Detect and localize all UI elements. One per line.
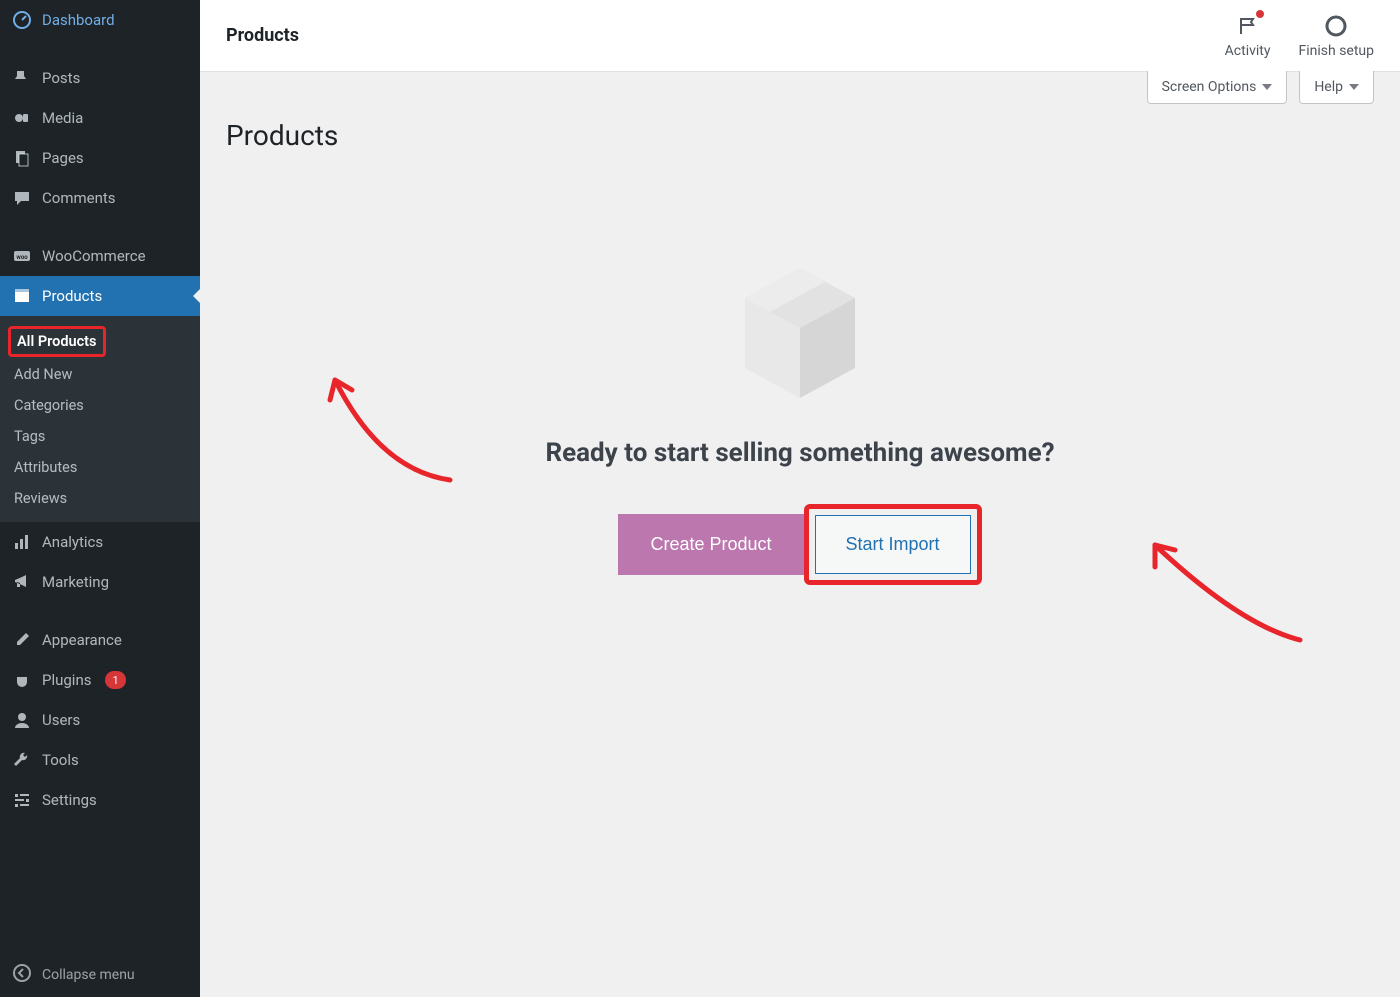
sidebar-item-marketing[interactable]: Marketing	[0, 562, 200, 602]
comments-icon	[12, 188, 32, 208]
submenu-item-attributes[interactable]: Attributes	[0, 452, 200, 483]
page-heading: Products	[200, 105, 1400, 158]
collapse-menu-button[interactable]: Collapse menu	[0, 953, 200, 997]
sidebar-item-dashboard[interactable]: Dashboard	[0, 0, 200, 40]
sidebar-item-label: Users	[42, 711, 80, 729]
admin-sidebar: Dashboard Posts Media Pages Comments woo…	[0, 0, 200, 997]
sidebar-item-label: Posts	[42, 69, 80, 87]
sidebar-item-pages[interactable]: Pages	[0, 138, 200, 178]
sidebar-item-label: Appearance	[42, 631, 122, 649]
chevron-down-icon	[1262, 84, 1272, 90]
megaphone-icon	[12, 572, 32, 592]
sidebar-item-plugins[interactable]: Plugins 1	[0, 660, 200, 700]
sidebar-item-label: Marketing	[42, 573, 109, 591]
sidebar-item-woocommerce[interactable]: woo WooCommerce	[0, 236, 200, 276]
sidebar-item-users[interactable]: Users	[0, 700, 200, 740]
sidebar-item-label: Dashboard	[42, 11, 115, 29]
progress-circle-icon	[1323, 13, 1349, 39]
plugins-update-badge: 1	[105, 671, 125, 689]
notification-dot-icon	[1256, 10, 1264, 18]
sidebar-item-label: Products	[42, 287, 102, 305]
help-tab[interactable]: Help	[1299, 71, 1374, 104]
pages-icon	[12, 148, 32, 168]
sidebar-item-products[interactable]: Products	[0, 276, 200, 316]
screen-options-row: Screen Options Help	[200, 71, 1400, 104]
annotation-highlight-all-products: All Products	[8, 326, 106, 357]
sidebar-item-label: Comments	[42, 189, 116, 207]
media-icon	[12, 108, 32, 128]
submenu-item-tags[interactable]: Tags	[0, 421, 200, 452]
product-box-icon	[730, 258, 870, 408]
annotation-highlight-start-import: Start Import	[804, 504, 982, 585]
pin-icon	[12, 68, 32, 88]
collapse-label: Collapse menu	[42, 967, 135, 983]
topbar: Products Activity Finish setup	[200, 0, 1400, 72]
submenu-item-categories[interactable]: Categories	[0, 390, 200, 421]
sidebar-item-tools[interactable]: Tools	[0, 740, 200, 780]
topbar-title: Products	[226, 25, 299, 46]
svg-text:woo: woo	[16, 254, 28, 261]
brush-icon	[12, 630, 32, 650]
screen-options-tab[interactable]: Screen Options	[1147, 71, 1288, 104]
sidebar-item-label: Tools	[42, 751, 79, 769]
main-content: Products Activity Finish setup Screen Op…	[200, 0, 1400, 997]
sidebar-item-posts[interactable]: Posts	[0, 58, 200, 98]
products-icon	[12, 286, 32, 306]
sidebar-item-analytics[interactable]: Analytics	[0, 522, 200, 562]
wrench-icon	[12, 750, 32, 770]
sidebar-item-appearance[interactable]: Appearance	[0, 620, 200, 660]
sidebar-item-comments[interactable]: Comments	[0, 178, 200, 218]
sidebar-item-label: Pages	[42, 149, 84, 167]
collapse-icon	[12, 963, 32, 987]
woo-icon: woo	[12, 246, 32, 266]
dashboard-icon	[12, 10, 32, 30]
activity-button[interactable]: Activity	[1225, 13, 1271, 59]
sidebar-item-label: Plugins	[42, 671, 91, 689]
plug-icon	[12, 670, 32, 690]
analytics-icon	[12, 532, 32, 552]
empty-state-heading: Ready to start selling something awesome…	[200, 438, 1400, 468]
finish-setup-button[interactable]: Finish setup	[1299, 13, 1375, 59]
submenu-item-all-products[interactable]: All Products	[17, 333, 97, 350]
products-submenu: All Products Add New Categories Tags Att…	[0, 316, 200, 522]
sidebar-item-media[interactable]: Media	[0, 98, 200, 138]
submenu-item-reviews[interactable]: Reviews	[0, 483, 200, 514]
empty-state: Ready to start selling something awesome…	[200, 258, 1400, 585]
finish-setup-label: Finish setup	[1299, 43, 1375, 59]
start-import-button[interactable]: Start Import	[815, 515, 971, 574]
activity-label: Activity	[1225, 43, 1271, 59]
inbox-flag-icon	[1235, 13, 1261, 39]
sidebar-item-label: Settings	[42, 791, 97, 809]
settings-icon	[12, 790, 32, 810]
sidebar-item-label: Media	[42, 109, 83, 127]
chevron-down-icon	[1349, 84, 1359, 90]
create-product-button[interactable]: Create Product	[618, 514, 803, 575]
sidebar-item-label: WooCommerce	[42, 247, 146, 265]
sidebar-item-settings[interactable]: Settings	[0, 780, 200, 820]
sidebar-item-label: Analytics	[42, 533, 103, 551]
user-icon	[12, 710, 32, 730]
submenu-item-add-new[interactable]: Add New	[0, 359, 200, 390]
